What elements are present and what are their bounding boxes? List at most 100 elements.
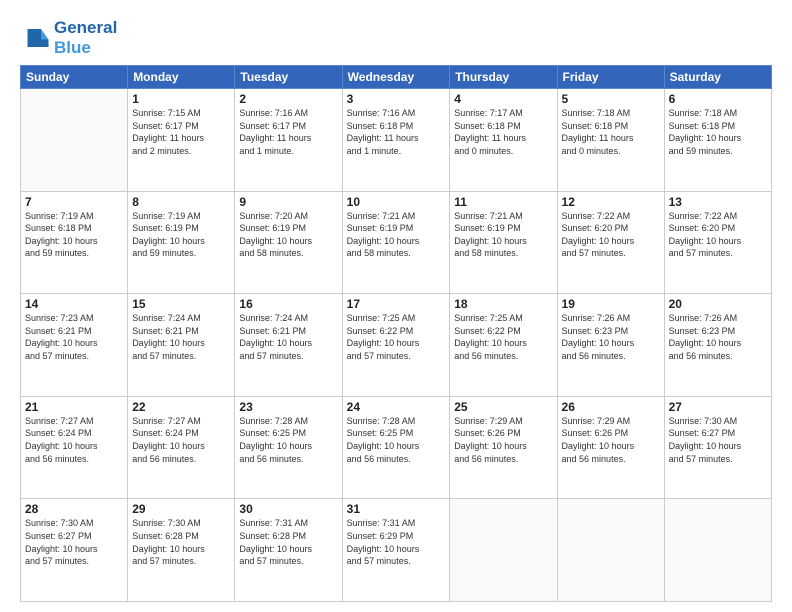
- day-info: Sunrise: 7:21 AM Sunset: 6:19 PM Dayligh…: [454, 210, 552, 260]
- calendar-cell: 1Sunrise: 7:15 AM Sunset: 6:17 PM Daylig…: [128, 89, 235, 192]
- weekday-header-saturday: Saturday: [664, 66, 771, 89]
- day-info: Sunrise: 7:21 AM Sunset: 6:19 PM Dayligh…: [347, 210, 446, 260]
- day-info: Sunrise: 7:31 AM Sunset: 6:29 PM Dayligh…: [347, 517, 446, 567]
- calendar-cell: 6Sunrise: 7:18 AM Sunset: 6:18 PM Daylig…: [664, 89, 771, 192]
- calendar-cell: 23Sunrise: 7:28 AM Sunset: 6:25 PM Dayli…: [235, 396, 342, 499]
- day-number: 29: [132, 502, 230, 516]
- day-info: Sunrise: 7:17 AM Sunset: 6:18 PM Dayligh…: [454, 107, 552, 157]
- calendar-table: SundayMondayTuesdayWednesdayThursdayFrid…: [20, 65, 772, 602]
- day-info: Sunrise: 7:19 AM Sunset: 6:18 PM Dayligh…: [25, 210, 123, 260]
- day-info: Sunrise: 7:30 AM Sunset: 6:27 PM Dayligh…: [669, 415, 767, 465]
- calendar-cell: 30Sunrise: 7:31 AM Sunset: 6:28 PM Dayli…: [235, 499, 342, 602]
- day-info: Sunrise: 7:31 AM Sunset: 6:28 PM Dayligh…: [239, 517, 337, 567]
- day-number: 19: [562, 297, 660, 311]
- day-number: 12: [562, 195, 660, 209]
- day-info: Sunrise: 7:27 AM Sunset: 6:24 PM Dayligh…: [132, 415, 230, 465]
- week-row-0: 1Sunrise: 7:15 AM Sunset: 6:17 PM Daylig…: [21, 89, 772, 192]
- day-number: 21: [25, 400, 123, 414]
- day-info: Sunrise: 7:27 AM Sunset: 6:24 PM Dayligh…: [25, 415, 123, 465]
- day-number: 28: [25, 502, 123, 516]
- day-number: 11: [454, 195, 552, 209]
- calendar-cell: 12Sunrise: 7:22 AM Sunset: 6:20 PM Dayli…: [557, 191, 664, 294]
- day-info: Sunrise: 7:16 AM Sunset: 6:17 PM Dayligh…: [239, 107, 337, 157]
- day-number: 16: [239, 297, 337, 311]
- day-number: 25: [454, 400, 552, 414]
- day-number: 5: [562, 92, 660, 106]
- weekday-header-thursday: Thursday: [450, 66, 557, 89]
- day-number: 27: [669, 400, 767, 414]
- day-info: Sunrise: 7:29 AM Sunset: 6:26 PM Dayligh…: [454, 415, 552, 465]
- calendar-cell: [664, 499, 771, 602]
- page: General Blue SundayMondayTuesdayWednesda…: [0, 0, 792, 612]
- calendar-cell: 20Sunrise: 7:26 AM Sunset: 6:23 PM Dayli…: [664, 294, 771, 397]
- day-info: Sunrise: 7:25 AM Sunset: 6:22 PM Dayligh…: [347, 312, 446, 362]
- week-row-4: 28Sunrise: 7:30 AM Sunset: 6:27 PM Dayli…: [21, 499, 772, 602]
- calendar-cell: 10Sunrise: 7:21 AM Sunset: 6:19 PM Dayli…: [342, 191, 450, 294]
- day-number: 6: [669, 92, 767, 106]
- day-number: 8: [132, 195, 230, 209]
- day-number: 10: [347, 195, 446, 209]
- weekday-header-wednesday: Wednesday: [342, 66, 450, 89]
- day-info: Sunrise: 7:29 AM Sunset: 6:26 PM Dayligh…: [562, 415, 660, 465]
- day-number: 1: [132, 92, 230, 106]
- day-number: 3: [347, 92, 446, 106]
- calendar-cell: 9Sunrise: 7:20 AM Sunset: 6:19 PM Daylig…: [235, 191, 342, 294]
- calendar-cell: 24Sunrise: 7:28 AM Sunset: 6:25 PM Dayli…: [342, 396, 450, 499]
- day-info: Sunrise: 7:24 AM Sunset: 6:21 PM Dayligh…: [239, 312, 337, 362]
- day-info: Sunrise: 7:18 AM Sunset: 6:18 PM Dayligh…: [562, 107, 660, 157]
- day-info: Sunrise: 7:28 AM Sunset: 6:25 PM Dayligh…: [347, 415, 446, 465]
- week-row-3: 21Sunrise: 7:27 AM Sunset: 6:24 PM Dayli…: [21, 396, 772, 499]
- day-number: 4: [454, 92, 552, 106]
- logo: General Blue: [20, 18, 117, 57]
- day-number: 9: [239, 195, 337, 209]
- day-info: Sunrise: 7:23 AM Sunset: 6:21 PM Dayligh…: [25, 312, 123, 362]
- day-number: 31: [347, 502, 446, 516]
- calendar-cell: 31Sunrise: 7:31 AM Sunset: 6:29 PM Dayli…: [342, 499, 450, 602]
- weekday-header-row: SundayMondayTuesdayWednesdayThursdayFrid…: [21, 66, 772, 89]
- calendar-cell: 14Sunrise: 7:23 AM Sunset: 6:21 PM Dayli…: [21, 294, 128, 397]
- calendar-cell: 21Sunrise: 7:27 AM Sunset: 6:24 PM Dayli…: [21, 396, 128, 499]
- weekday-header-tuesday: Tuesday: [235, 66, 342, 89]
- calendar-cell: 28Sunrise: 7:30 AM Sunset: 6:27 PM Dayli…: [21, 499, 128, 602]
- calendar-cell: 16Sunrise: 7:24 AM Sunset: 6:21 PM Dayli…: [235, 294, 342, 397]
- day-number: 23: [239, 400, 337, 414]
- logo-text: General Blue: [54, 18, 117, 57]
- calendar-cell: 25Sunrise: 7:29 AM Sunset: 6:26 PM Dayli…: [450, 396, 557, 499]
- week-row-2: 14Sunrise: 7:23 AM Sunset: 6:21 PM Dayli…: [21, 294, 772, 397]
- day-info: Sunrise: 7:26 AM Sunset: 6:23 PM Dayligh…: [669, 312, 767, 362]
- calendar-cell: [450, 499, 557, 602]
- weekday-header-sunday: Sunday: [21, 66, 128, 89]
- day-info: Sunrise: 7:16 AM Sunset: 6:18 PM Dayligh…: [347, 107, 446, 157]
- day-info: Sunrise: 7:30 AM Sunset: 6:28 PM Dayligh…: [132, 517, 230, 567]
- calendar-cell: 17Sunrise: 7:25 AM Sunset: 6:22 PM Dayli…: [342, 294, 450, 397]
- day-info: Sunrise: 7:25 AM Sunset: 6:22 PM Dayligh…: [454, 312, 552, 362]
- day-info: Sunrise: 7:18 AM Sunset: 6:18 PM Dayligh…: [669, 107, 767, 157]
- logo-icon: [20, 23, 50, 53]
- calendar-cell: [557, 499, 664, 602]
- calendar-cell: 29Sunrise: 7:30 AM Sunset: 6:28 PM Dayli…: [128, 499, 235, 602]
- week-row-1: 7Sunrise: 7:19 AM Sunset: 6:18 PM Daylig…: [21, 191, 772, 294]
- calendar-cell: 13Sunrise: 7:22 AM Sunset: 6:20 PM Dayli…: [664, 191, 771, 294]
- day-number: 18: [454, 297, 552, 311]
- calendar-cell: 4Sunrise: 7:17 AM Sunset: 6:18 PM Daylig…: [450, 89, 557, 192]
- day-info: Sunrise: 7:30 AM Sunset: 6:27 PM Dayligh…: [25, 517, 123, 567]
- calendar-cell: 7Sunrise: 7:19 AM Sunset: 6:18 PM Daylig…: [21, 191, 128, 294]
- day-info: Sunrise: 7:22 AM Sunset: 6:20 PM Dayligh…: [562, 210, 660, 260]
- day-info: Sunrise: 7:15 AM Sunset: 6:17 PM Dayligh…: [132, 107, 230, 157]
- day-number: 24: [347, 400, 446, 414]
- weekday-header-friday: Friday: [557, 66, 664, 89]
- calendar-cell: 22Sunrise: 7:27 AM Sunset: 6:24 PM Dayli…: [128, 396, 235, 499]
- day-number: 20: [669, 297, 767, 311]
- day-info: Sunrise: 7:28 AM Sunset: 6:25 PM Dayligh…: [239, 415, 337, 465]
- calendar-cell: 19Sunrise: 7:26 AM Sunset: 6:23 PM Dayli…: [557, 294, 664, 397]
- day-number: 15: [132, 297, 230, 311]
- day-info: Sunrise: 7:22 AM Sunset: 6:20 PM Dayligh…: [669, 210, 767, 260]
- header: General Blue: [20, 18, 772, 57]
- weekday-header-monday: Monday: [128, 66, 235, 89]
- calendar-cell: [21, 89, 128, 192]
- calendar-cell: 2Sunrise: 7:16 AM Sunset: 6:17 PM Daylig…: [235, 89, 342, 192]
- day-number: 7: [25, 195, 123, 209]
- calendar-cell: 26Sunrise: 7:29 AM Sunset: 6:26 PM Dayli…: [557, 396, 664, 499]
- calendar-cell: 11Sunrise: 7:21 AM Sunset: 6:19 PM Dayli…: [450, 191, 557, 294]
- day-number: 2: [239, 92, 337, 106]
